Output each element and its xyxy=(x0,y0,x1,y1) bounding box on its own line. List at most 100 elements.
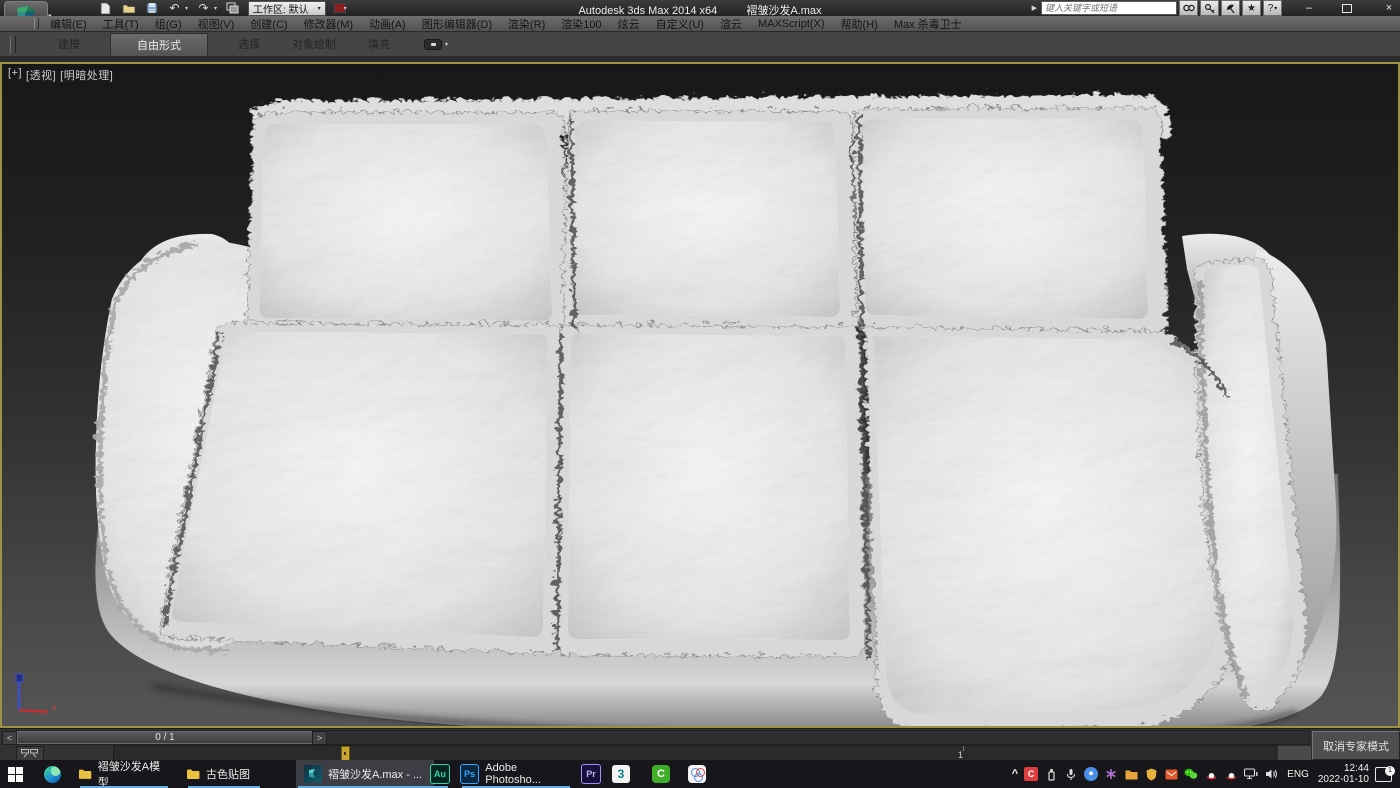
viewport-menu-general[interactable]: [+] xyxy=(8,67,22,83)
back-cushion-1[interactable] xyxy=(244,109,567,332)
notification-center-button[interactable]: 1 xyxy=(1375,767,1392,782)
help-button[interactable]: ? ▾ xyxy=(1263,0,1282,16)
taskbar-circles-app[interactable] xyxy=(688,760,706,788)
wechat-icon[interactable] xyxy=(1184,767,1198,781)
previous-frame-button[interactable]: < xyxy=(2,731,17,745)
viewport-menu-view[interactable]: [透视] xyxy=(26,67,56,83)
seat-cushion-2[interactable] xyxy=(556,322,862,654)
audition-icon: Au xyxy=(430,764,450,784)
open-file-button[interactable] xyxy=(121,2,136,15)
tab-object-paint[interactable]: 对象绘制 xyxy=(276,32,352,56)
redo-button[interactable]: ↷ xyxy=(196,2,211,15)
time-slider-track[interactable]: 0 / 1 xyxy=(16,730,1310,745)
communication-center-button[interactable] xyxy=(1221,0,1240,16)
menu-item-group[interactable]: 组(G) xyxy=(147,16,190,32)
taskbar-clock[interactable]: 12:44 2022-01-10 xyxy=(1318,763,1369,785)
viewport-menu-shading[interactable]: [明暗处理] xyxy=(60,67,113,83)
back-cushion-2[interactable] xyxy=(560,108,854,330)
minimize-button[interactable]: – xyxy=(1302,1,1316,15)
taskbar-audition[interactable]: Au xyxy=(430,760,450,788)
tray-red-c-app-icon[interactable]: C xyxy=(1024,767,1038,781)
ribbon-grip[interactable] xyxy=(10,36,16,53)
restore-button[interactable] xyxy=(1342,4,1356,13)
menu-item-views[interactable]: 视图(V) xyxy=(190,16,243,32)
back-cushion-3[interactable] xyxy=(850,105,1164,332)
trackbar-frame-marker[interactable] xyxy=(341,746,350,761)
taskbar-edge[interactable] xyxy=(44,760,61,788)
menu-item-modifiers[interactable]: 修改器(M) xyxy=(296,16,362,32)
asterisk-app-icon[interactable] xyxy=(1104,767,1118,781)
ribbon-toggle-icon xyxy=(424,39,442,50)
taskbar-folder-texture[interactable]: 古色贴图 xyxy=(186,760,262,788)
undo-button[interactable]: ↶ xyxy=(167,2,182,15)
x-axis-label: x xyxy=(52,702,57,712)
taskbar-photoshop[interactable]: Ps Adobe Photosho... xyxy=(460,760,572,788)
tray-folder-icon[interactable] xyxy=(1124,767,1138,781)
taskbar-folder-sofa-model[interactable]: 褶皱沙发A模型 xyxy=(78,760,170,788)
folder-label: 古色贴图 xyxy=(206,766,250,782)
undo-history-caret[interactable]: ▾ xyxy=(185,5,188,12)
taskbar-premiere[interactable]: Pr xyxy=(581,760,601,788)
qq-icon-2[interactable] xyxy=(1224,767,1238,781)
taskbar-3dsmax-app[interactable]: 3 xyxy=(612,760,630,788)
menu-item-customize[interactable]: 自定义(U) xyxy=(648,16,712,32)
taskbar-3dsmax-window[interactable]: 褶皱沙发A.max - ... xyxy=(296,760,434,788)
infocenter-expand-arrow[interactable]: ▶ xyxy=(1032,4,1037,12)
speaker-volume-icon[interactable] xyxy=(1264,767,1278,781)
blue-circle-app-icon[interactable] xyxy=(1084,767,1098,781)
menu-item-render100[interactable]: 渲染100 xyxy=(553,16,609,32)
tab-selection[interactable]: 选择 xyxy=(222,32,276,56)
photoshop-label: Adobe Photosho... xyxy=(485,762,572,786)
workspace-selector[interactable]: 工作区: 默认 ▾ xyxy=(248,1,326,16)
time-slider-handle[interactable]: 0 / 1 xyxy=(17,731,313,744)
cancel-expert-mode-button[interactable]: 取消专家模式 xyxy=(1312,731,1400,760)
search-button[interactable] xyxy=(1179,0,1198,16)
workspace-options-button[interactable]: ▾ xyxy=(334,3,347,13)
display-network-icon[interactable] xyxy=(1244,767,1258,781)
mini-curve-editor-button[interactable] xyxy=(16,746,44,761)
tray-expand-chevron[interactable]: ^ xyxy=(1012,768,1018,780)
set-project-folder-button[interactable] xyxy=(225,2,240,15)
world-axis-gizmo: x xyxy=(8,672,68,720)
close-button[interactable]: × xyxy=(1382,1,1396,15)
redo-history-caret[interactable]: ▾ xyxy=(214,5,217,12)
workspace-options-caret: ▾ xyxy=(344,5,347,12)
seat-cushion-1[interactable] xyxy=(156,320,560,651)
menu-item-maxscript[interactable]: MAXScript(X) xyxy=(750,18,833,30)
menu-item-animation[interactable]: 动画(A) xyxy=(361,16,414,32)
menu-item-max-antivirus[interactable]: Max 杀毒卫士 xyxy=(886,16,970,32)
menu-item-xuancloud[interactable]: 炫云 xyxy=(610,16,648,32)
chaise-cushion[interactable] xyxy=(860,324,1240,726)
workspace-value: 工作区: 默认 xyxy=(253,1,309,16)
security-shield-icon[interactable] xyxy=(1144,767,1158,781)
new-scene-button[interactable] xyxy=(98,2,113,15)
menu-bar-grip[interactable] xyxy=(34,18,39,29)
start-button[interactable] xyxy=(8,760,23,788)
subscription-center-button[interactable] xyxy=(1200,0,1219,16)
favorites-button[interactable]: ★ xyxy=(1242,0,1261,16)
menu-item-create[interactable]: 创建(C) xyxy=(242,16,295,32)
menu-item-edit[interactable]: 编辑(E) xyxy=(42,16,95,32)
usb-device-icon[interactable] xyxy=(1044,767,1058,781)
trackbar-tick xyxy=(963,746,964,751)
next-frame-button[interactable]: > xyxy=(312,731,327,745)
menu-item-tools[interactable]: 工具(T) xyxy=(95,16,147,32)
perspective-viewport[interactable]: [+] [透视] [明暗处理] x xyxy=(0,62,1400,728)
sofa-render[interactable] xyxy=(2,64,1398,726)
language-indicator[interactable]: ENG xyxy=(1287,769,1309,780)
menu-item-help[interactable]: 帮助(H) xyxy=(833,16,886,32)
menu-item-rendering[interactable]: 渲染(R) xyxy=(500,16,553,32)
menu-item-rendercloud[interactable]: 渲云 xyxy=(712,16,750,32)
tab-modeling[interactable]: 建模 xyxy=(42,32,96,56)
ribbon-tab-bar: 建模 自由形式 选择 对象绘制 填充 ▾ xyxy=(0,31,1400,56)
ribbon-display-toggle[interactable]: ▾ xyxy=(424,39,448,50)
qq-icon-1[interactable] xyxy=(1204,767,1218,781)
search-input[interactable] xyxy=(1041,1,1177,15)
menu-item-graph-editors[interactable]: 图形编辑器(D) xyxy=(414,16,500,32)
mail-app-icon[interactable] xyxy=(1164,767,1178,781)
save-file-button[interactable] xyxy=(144,2,159,15)
tab-populate[interactable]: 填充 xyxy=(352,32,406,56)
microphone-icon[interactable] xyxy=(1064,767,1078,781)
tab-freeform[interactable]: 自由形式 xyxy=(110,33,208,56)
taskbar-camtasia[interactable]: C xyxy=(652,760,670,788)
